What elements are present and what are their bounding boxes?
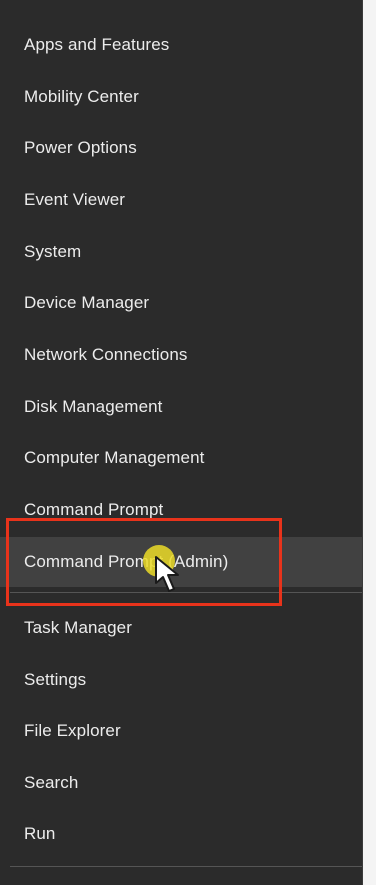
menu-separator — [10, 866, 362, 867]
menu-item-computer-management[interactable]: Computer Management — [0, 436, 362, 480]
menu-item-mobility-center[interactable]: Mobility Center — [0, 75, 362, 119]
menu-item-settings[interactable]: Settings — [0, 658, 362, 702]
menu-item-run[interactable]: Run — [0, 812, 362, 856]
menu-item-event-viewer[interactable]: Event Viewer — [0, 178, 362, 222]
desktop-edge — [363, 0, 376, 885]
menu-item-power-options[interactable]: Power Options — [0, 126, 362, 170]
power-user-menu: Apps and Features Mobility Center Power … — [0, 0, 363, 885]
menu-item-search[interactable]: Search — [0, 761, 362, 805]
menu-separator — [10, 592, 362, 593]
menu-item-command-prompt-admin[interactable]: Command Prompt (Admin) — [0, 537, 362, 587]
menu-item-file-explorer[interactable]: File Explorer — [0, 709, 362, 753]
menu-item-system[interactable]: System — [0, 230, 362, 274]
menu-item-command-prompt[interactable]: Command Prompt — [0, 488, 362, 532]
menu-item-device-manager[interactable]: Device Manager — [0, 281, 362, 325]
menu-item-network-connections[interactable]: Network Connections — [0, 333, 362, 377]
menu-item-apps-and-features[interactable]: Apps and Features — [0, 23, 362, 67]
menu-item-disk-management[interactable]: Disk Management — [0, 385, 362, 429]
menu-item-task-manager[interactable]: Task Manager — [0, 606, 362, 650]
